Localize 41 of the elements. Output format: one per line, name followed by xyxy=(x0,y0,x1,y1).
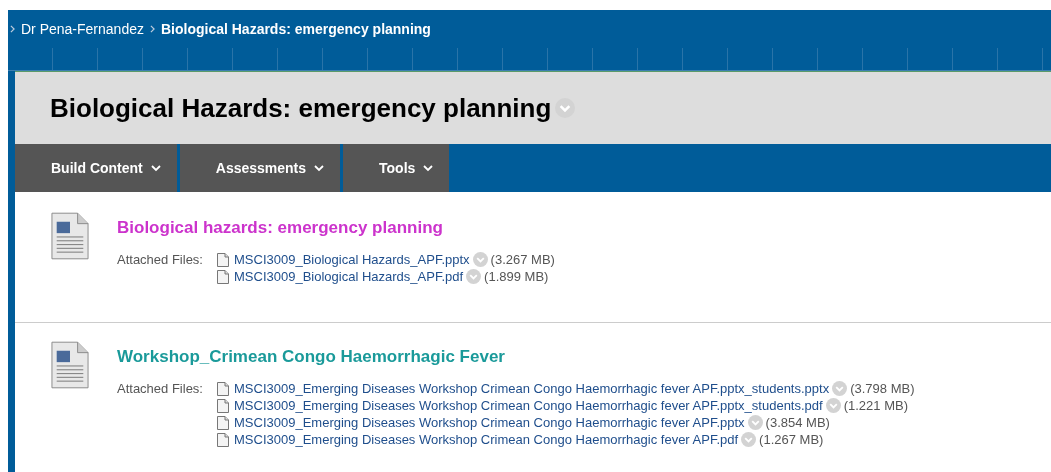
menu-button[interactable]: Build Content xyxy=(15,144,177,192)
file-size: (3.267 MB) xyxy=(490,252,555,267)
file-link[interactable]: MSCI3009_Biological Hazards_APF.pdf xyxy=(234,269,464,284)
file-icon xyxy=(217,252,229,267)
caret-icon xyxy=(150,163,161,173)
item-title[interactable]: Biological hazards: emergency planning xyxy=(117,218,555,238)
menu-button[interactable]: Tools xyxy=(343,144,450,192)
file-icon xyxy=(217,381,229,396)
caret-icon xyxy=(314,163,325,173)
file-link[interactable]: MSCI3009_Emerging Diseases Workshop Crimean Congo Haemorrhagic fever APF.pptx_students.pptx xyxy=(234,381,830,396)
chevron-icon xyxy=(10,25,15,33)
page-title: Biological Hazards: emergency planning xyxy=(50,92,552,124)
file-size: (1.899 MB) xyxy=(484,269,549,284)
file-size: (1.221 MB) xyxy=(843,398,908,413)
document-icon xyxy=(51,212,89,260)
breadcrumb-link[interactable]: Biological Hazards: emergency planning xyxy=(160,21,431,37)
options-icon[interactable] xyxy=(747,415,763,430)
file-icon xyxy=(217,415,229,430)
file-size: (1.267 MB) xyxy=(759,432,824,447)
options-icon[interactable] xyxy=(466,269,482,284)
file-icon xyxy=(217,398,229,413)
file-link[interactable]: MSCI3009_Emerging Diseases Workshop Crimean Congo Haemorrhagic fever APF.pptx_students.pdf xyxy=(234,398,823,413)
file-icon xyxy=(217,432,229,447)
file-icon xyxy=(217,269,229,284)
caret-icon xyxy=(423,163,434,173)
file-link[interactable]: MSCI3009_Emerging Diseases Workshop Crimean Congo Haemorrhagic fever APF.pptx xyxy=(234,415,745,430)
options-icon[interactable] xyxy=(741,432,757,447)
file-size: (3.798 MB) xyxy=(850,381,915,396)
file-size: (3.854 MB) xyxy=(765,415,830,430)
options-icon[interactable] xyxy=(825,398,841,413)
menu-button[interactable]: Assessments xyxy=(179,144,341,192)
files-label: Attached Files: xyxy=(117,252,203,269)
breadcrumb-link[interactable]: Dr Pena-Fernandez xyxy=(21,21,144,37)
file-link[interactable]: MSCI3009_Biological Hazards_APF.pptx xyxy=(234,252,470,267)
options-icon[interactable] xyxy=(555,98,576,118)
chevron-icon xyxy=(149,25,155,33)
document-icon xyxy=(51,341,89,389)
files-label: Attached Files: xyxy=(117,381,203,398)
options-icon[interactable] xyxy=(472,252,488,267)
options-icon[interactable] xyxy=(832,381,848,396)
file-link[interactable]: MSCI3009_Emerging Diseases Workshop Crimean Congo Haemorrhagic fever APF.pdf xyxy=(234,432,739,447)
